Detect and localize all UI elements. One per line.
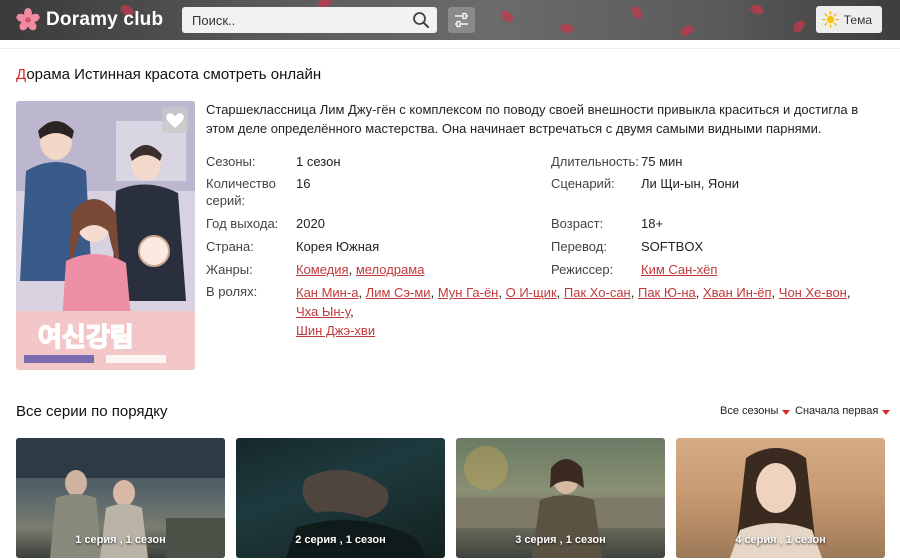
info-label-translation: Перевод: <box>551 239 607 254</box>
page-title: Дорама Истинная красота смотреть онлайн <box>16 66 321 83</box>
page-title-rest: орама Истинная красота смотреть онлайн <box>26 66 322 83</box>
theme-label: Тема <box>843 12 872 27</box>
info-value-script: Ли Щи-ын, Яони <box>641 176 739 191</box>
petal-decoration <box>498 8 516 25</box>
favorite-button[interactable] <box>162 107 188 133</box>
info-label-cast: В ролях: <box>206 284 258 299</box>
petal-decoration <box>629 4 645 21</box>
cast-link[interactable]: Чха Ын-у <box>296 304 350 319</box>
search-box <box>182 7 437 33</box>
order-filter-label: Сначала первая <box>795 405 879 417</box>
heart-icon <box>166 113 184 128</box>
poster-artwork: 여신강림 <box>16 101 195 370</box>
seasons-filter-dropdown[interactable]: Все сезоны <box>720 405 791 417</box>
petal-decoration <box>749 3 765 16</box>
episode-label: 1 серия , 1 сезон <box>75 534 166 546</box>
genre-link[interactable]: мелодрама <box>356 262 425 277</box>
logo-text: Doramy club <box>46 9 164 30</box>
cast-link[interactable]: Пак Ю-на <box>638 285 696 300</box>
info-label-year: Год выхода: <box>206 216 279 231</box>
info-label-genres: Жанры: <box>206 262 253 277</box>
cast-link[interactable]: О И-щик <box>506 285 557 300</box>
info-value-genres: Комедия, мелодрама <box>296 261 424 278</box>
info-value-seasons: 1 сезон <box>296 154 341 169</box>
cast-link[interactable]: Лим Сэ-ми <box>366 285 431 300</box>
page-title-first-letter: Д <box>16 66 27 83</box>
sun-icon <box>821 11 839 28</box>
cast-link[interactable]: Мун Га-ён <box>438 285 499 300</box>
info-value-director: Ким Сан-хёп <box>641 261 717 278</box>
director-link[interactable]: Ким Сан-хёп <box>641 262 717 277</box>
filter-button[interactable] <box>448 7 475 33</box>
info-label-director: Режиссер: <box>551 262 614 277</box>
order-filter-dropdown[interactable]: Сначала первая <box>795 405 891 417</box>
search-input[interactable] <box>182 7 402 33</box>
main-content: Дорама Истинная красота смотреть онлайн … <box>0 48 900 560</box>
cast-link[interactable]: Хван Ин-ёп <box>703 285 772 300</box>
info-value-episodes: 16 <box>296 176 311 191</box>
seasons-filter-label: Все сезоны <box>720 405 779 417</box>
sakura-logo-icon <box>16 8 40 31</box>
episode-card[interactable]: 1 серия , 1 сезон <box>16 438 225 558</box>
info-label-seasons: Сезоны: <box>206 154 256 169</box>
episode-label: 2 серия , 1 сезон <box>295 534 386 546</box>
cast-link[interactable]: Шин Джэ-хви <box>296 323 375 338</box>
drama-description: Старшеклассница Лим Джу-гён с комплексом… <box>206 102 859 136</box>
filter-icon <box>455 12 468 28</box>
episode-card[interactable]: 4 серия , 1 сезон <box>676 438 885 558</box>
cast-link[interactable]: Пак Хо-сан <box>564 285 631 300</box>
info-value-country: Корея Южная <box>296 239 380 254</box>
petal-decoration <box>678 23 696 38</box>
petal-decoration <box>791 18 807 35</box>
info-label-country: Страна: <box>206 239 254 254</box>
svg-text:여신강림: 여신강림 <box>38 323 134 353</box>
header: Doramy club Тема <box>0 0 900 40</box>
info-value-translation: SOFTBOX <box>641 239 704 254</box>
caret-down-icon <box>882 409 891 415</box>
episode-card[interactable]: 2 серия , 1 сезон <box>236 438 445 558</box>
episode-label: 4 серия , 1 сезон <box>735 534 826 546</box>
caret-down-icon <box>782 409 791 415</box>
search-icon[interactable] <box>411 10 431 30</box>
site-logo[interactable]: Doramy club <box>16 8 163 32</box>
info-value-year: 2020 <box>296 216 325 231</box>
cast-link[interactable]: Чон Хе-вон <box>779 285 847 300</box>
theme-button[interactable]: Тема <box>815 6 882 33</box>
episode-label: 3 серия , 1 сезон <box>515 534 606 546</box>
episode-card[interactable]: 3 серия , 1 сезон <box>456 438 665 558</box>
info-label-age: Возраст: <box>551 216 604 231</box>
info-label-duration: Длительность: <box>551 154 639 169</box>
info-label-episodes: Количество серий: <box>206 176 276 208</box>
episodes-section-title: Все серии по порядку <box>16 403 168 420</box>
petal-decoration <box>559 22 575 35</box>
genre-link[interactable]: Комедия <box>296 262 349 277</box>
genre-separator: , <box>348 262 356 277</box>
info-value-cast: Кан Мин-а, Лим Сэ-ми, Мун Га-ён, О И-щик… <box>296 285 851 338</box>
cast-link[interactable]: Кан Мин-а <box>296 285 358 300</box>
info-value-duration: 75 мин <box>641 154 683 169</box>
drama-poster: 여신강림 <box>16 101 195 370</box>
info-value-age: 18+ <box>641 216 664 231</box>
info-label-script: Сценарий: <box>551 176 615 191</box>
